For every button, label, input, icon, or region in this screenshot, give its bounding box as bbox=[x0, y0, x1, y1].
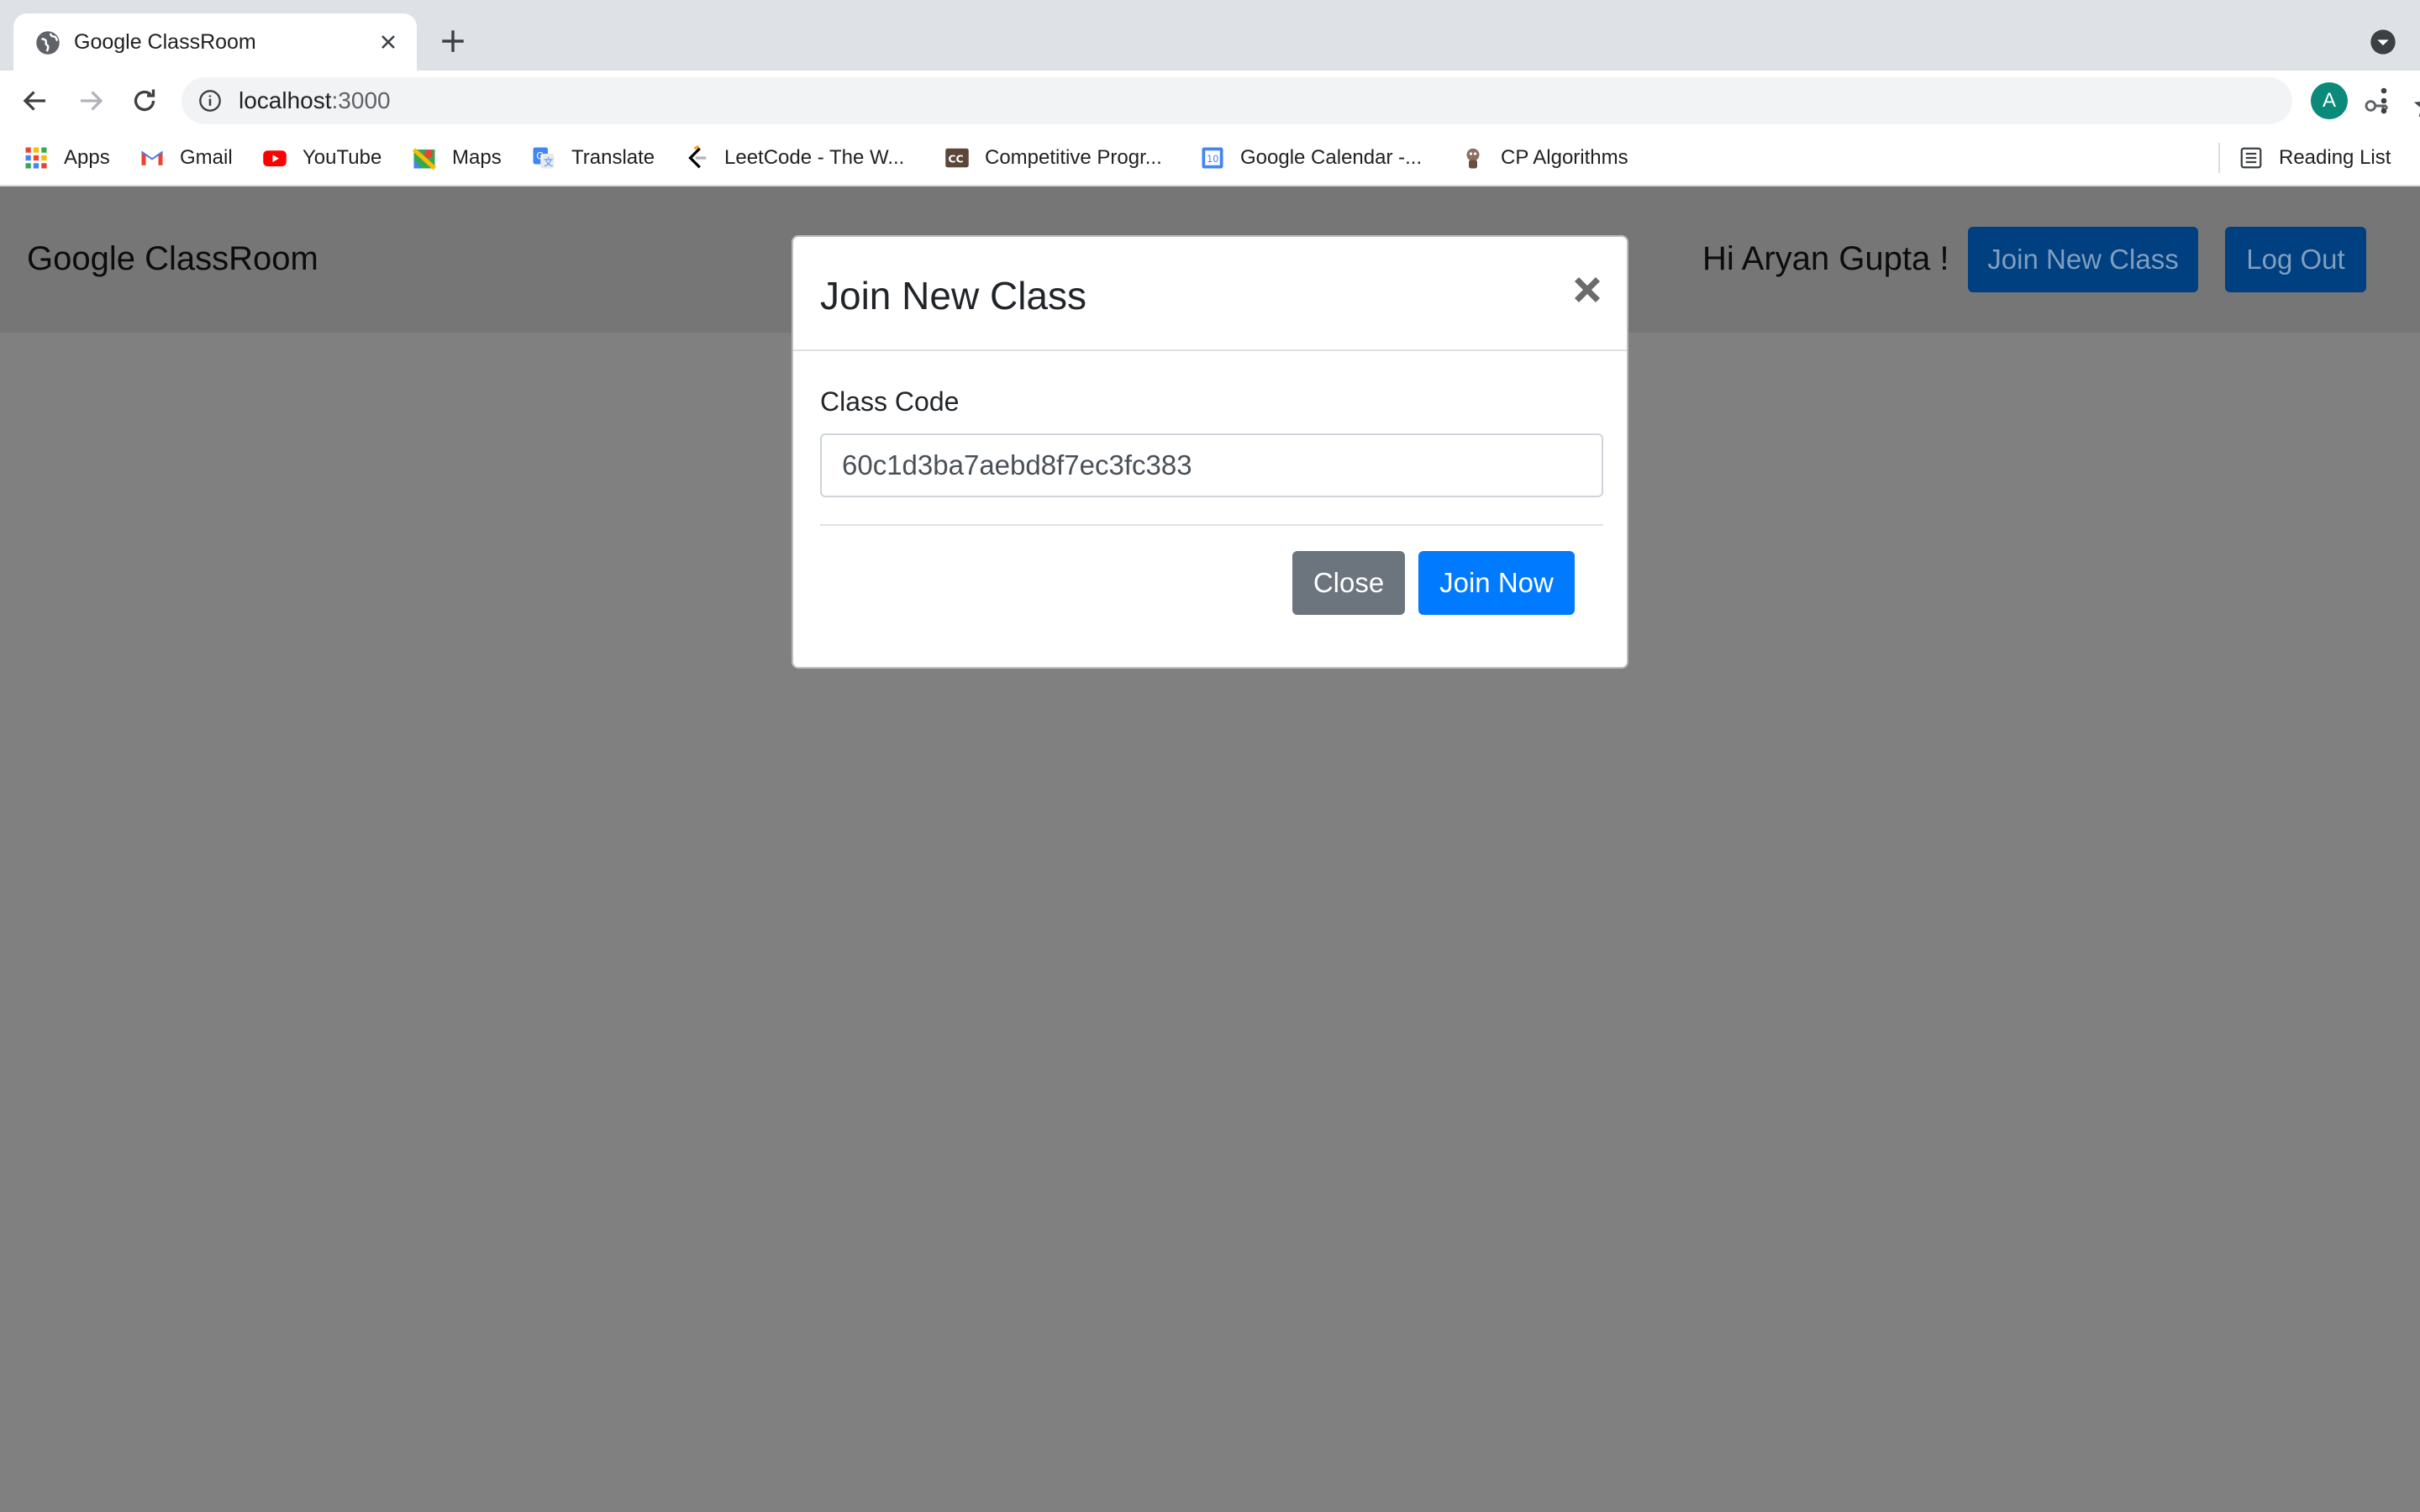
url-host: localhost bbox=[239, 87, 332, 113]
reload-icon[interactable] bbox=[129, 86, 160, 116]
bookmark-label: Gmail bbox=[180, 146, 233, 169]
bookmarks-bar: Apps Gmail YouTube Maps G 文 Translate Le… bbox=[0, 131, 2420, 186]
reading-list-icon bbox=[2240, 147, 2262, 169]
tab-search-icon[interactable] bbox=[2370, 29, 2396, 55]
new-tab-icon[interactable] bbox=[439, 27, 467, 55]
back-arrow-icon[interactable] bbox=[20, 86, 50, 116]
bookmark-youtube[interactable]: YouTube bbox=[262, 143, 381, 173]
bookmark-maps[interactable]: Maps bbox=[412, 143, 502, 173]
close-button[interactable]: Close bbox=[1292, 551, 1405, 615]
youtube-icon bbox=[263, 150, 287, 166]
calendar-icon: 10 bbox=[1202, 147, 1223, 169]
close-tab-icon[interactable] bbox=[378, 32, 398, 52]
bookmark-label: Google Calendar -... bbox=[1240, 146, 1423, 169]
bookmark-label: YouTube bbox=[302, 146, 382, 169]
profile-avatar[interactable]: A bbox=[2311, 82, 2348, 119]
browser-tab-active[interactable]: Google ClassRoom bbox=[13, 13, 417, 71]
tab-strip: Google ClassRoom bbox=[0, 0, 2420, 71]
bookmark-label: LeetCode - The W... bbox=[724, 146, 905, 169]
bookmark-leetcode[interactable]: LeetCode - The W... bbox=[684, 143, 904, 173]
bookmark-gmail[interactable]: Gmail bbox=[139, 143, 233, 173]
modal-close-x-button[interactable] bbox=[1566, 269, 1608, 311]
class-code-label: Class Code bbox=[820, 386, 960, 417]
bookmark-label: CP Algorithms bbox=[1501, 146, 1628, 169]
modal-divider bbox=[820, 524, 1603, 526]
brand-title[interactable]: Google ClassRoom bbox=[27, 239, 318, 279]
url-text: localhost:3000 bbox=[239, 87, 391, 114]
close-icon bbox=[1574, 276, 1601, 303]
maps-icon bbox=[412, 148, 437, 171]
user-greeting: Hi Aryan Gupta ! bbox=[1702, 240, 1949, 277]
reading-list-label: Reading List bbox=[2279, 146, 2391, 169]
log-out-button[interactable]: Log Out bbox=[2225, 227, 2366, 292]
bookmarks-divider bbox=[2218, 143, 2220, 173]
join-new-class-button[interactable]: Join New Class bbox=[1968, 227, 2198, 292]
site-info-icon[interactable] bbox=[198, 89, 222, 113]
svg-text:文: 文 bbox=[544, 156, 553, 168]
bookmark-label: Apps bbox=[64, 146, 110, 169]
bookmark-apps[interactable]: Apps bbox=[24, 143, 110, 173]
tab-title: Google ClassRoom bbox=[74, 30, 256, 54]
bookmark-competitive-programming[interactable]: CC Competitive Progr... bbox=[944, 143, 1162, 173]
svg-text:CC: CC bbox=[948, 153, 963, 165]
bookmark-google-calendar[interactable]: 10 Google Calendar -... bbox=[1200, 143, 1422, 173]
bookmark-label: Translate bbox=[571, 146, 655, 169]
apps-grid-icon bbox=[25, 147, 47, 169]
join-class-modal: Join New Class Class Code Close Join Now bbox=[792, 235, 1628, 669]
bookmark-cp-algorithms[interactable]: CP Algorithms bbox=[1460, 143, 1628, 173]
reading-list[interactable]: Reading List bbox=[2238, 143, 2391, 173]
leetcode-icon bbox=[688, 145, 707, 169]
modal-header: Join New Class bbox=[793, 237, 1627, 351]
bookmark-star-icon[interactable] bbox=[2413, 92, 2420, 119]
codechef-icon: CC bbox=[945, 148, 969, 168]
join-now-button[interactable]: Join Now bbox=[1418, 551, 1575, 615]
svg-text:G: G bbox=[536, 150, 544, 161]
bookmark-label: Maps bbox=[452, 146, 502, 169]
class-code-input[interactable] bbox=[820, 433, 1603, 497]
more-menu-icon[interactable] bbox=[2371, 86, 2396, 116]
browser-toolbar: localhost:3000 bbox=[0, 71, 2420, 131]
gmail-icon bbox=[140, 150, 164, 165]
bookmark-label: Competitive Progr... bbox=[985, 146, 1162, 169]
translate-icon: G 文 bbox=[533, 147, 555, 169]
url-port: :3000 bbox=[331, 87, 391, 113]
modal-title: Join New Class bbox=[820, 274, 1086, 318]
svg-text:10: 10 bbox=[1207, 154, 1218, 165]
cp-algorithms-icon bbox=[1466, 148, 1480, 169]
globe-icon bbox=[36, 31, 60, 55]
address-bar[interactable]: localhost:3000 bbox=[182, 77, 2420, 124]
bookmark-translate[interactable]: G 文 Translate bbox=[531, 143, 655, 173]
forward-arrow-icon[interactable] bbox=[76, 86, 106, 116]
